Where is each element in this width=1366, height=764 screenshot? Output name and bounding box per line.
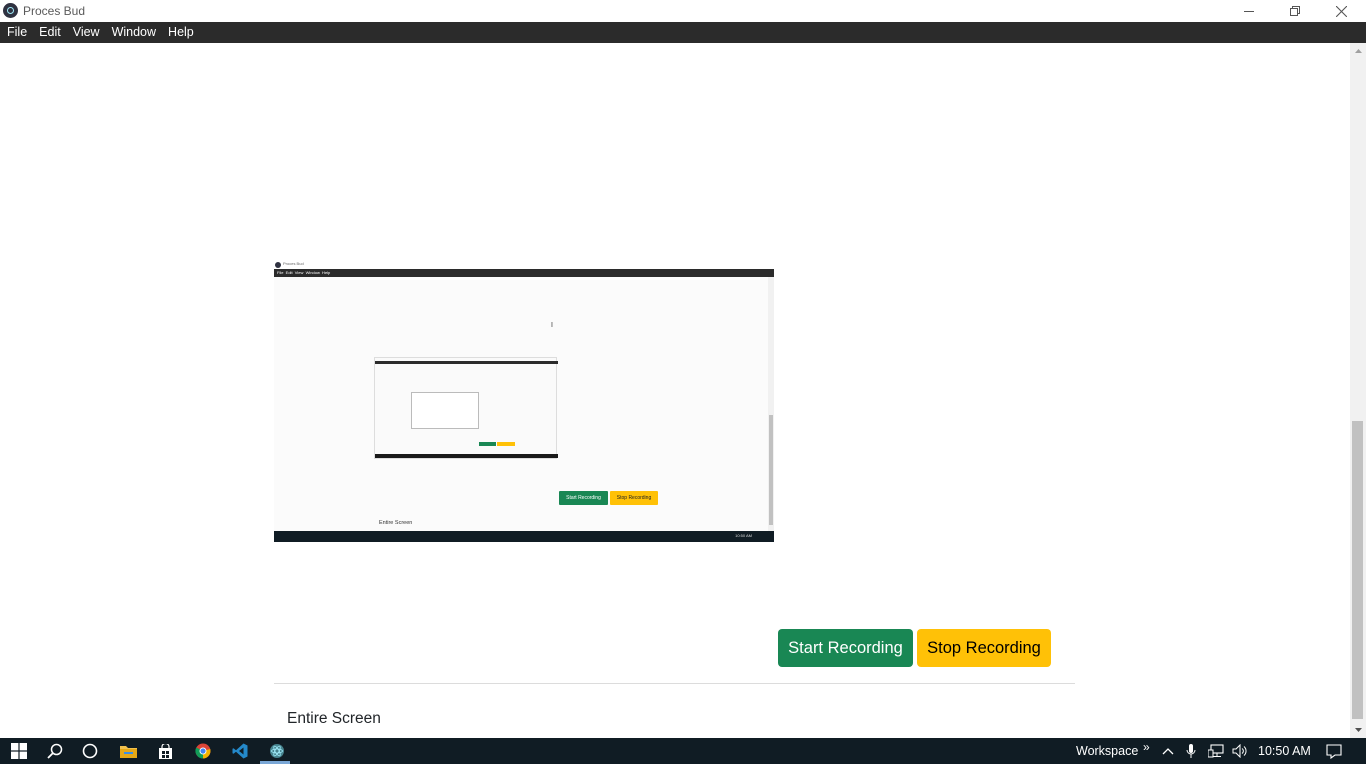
preview-taskbar: 10:50 AM (274, 531, 774, 542)
title-bar: Proces Bud (0, 0, 1366, 22)
start-recording-button[interactable]: Start Recording (778, 629, 913, 667)
windows-taskbar: Workspace » 10:50 AM (0, 738, 1366, 764)
close-button[interactable] (1318, 0, 1364, 22)
windows-start-icon[interactable] (0, 738, 38, 764)
chevron-up-icon[interactable] (1159, 738, 1177, 764)
scroll-down-arrow-icon[interactable] (1350, 722, 1366, 738)
network-icon[interactable] (1205, 738, 1227, 764)
app-logo-icon (3, 3, 18, 18)
menu-view[interactable]: View (67, 22, 106, 43)
preview-source-label: Entire Screen (379, 520, 413, 526)
minimize-button[interactable] (1226, 0, 1272, 22)
preview-scrollbar (768, 277, 774, 531)
cortana-icon[interactable] (71, 738, 109, 764)
menu-help[interactable]: Help (162, 22, 200, 43)
stop-recording-button[interactable]: Stop Recording (917, 629, 1051, 667)
preview-menu-bar: File Edit View Window Help (274, 269, 774, 277)
menu-edit[interactable]: Edit (33, 22, 67, 43)
window-title: Proces Bud (23, 4, 86, 18)
preview-app-icon (275, 262, 281, 268)
menu-bar: File Edit View Window Help (0, 22, 1366, 43)
scroll-up-arrow-icon[interactable] (1350, 43, 1366, 59)
notification-icon[interactable] (1322, 738, 1346, 764)
preview-start-button: Start Recording (559, 491, 608, 505)
divider (274, 683, 1075, 684)
file-explorer-icon[interactable] (109, 738, 147, 764)
preview-window-title: Proces Bud (283, 261, 304, 266)
source-label-entire-screen[interactable]: Entire Screen (287, 710, 381, 728)
menu-window[interactable]: Window (106, 22, 162, 43)
restore-button[interactable] (1272, 0, 1318, 22)
toolbar-overflow-icon[interactable]: » (1143, 740, 1150, 754)
restore-icon (1290, 6, 1300, 16)
volume-icon[interactable] (1229, 738, 1251, 764)
preview-stop-button: Stop Recording (610, 491, 658, 505)
store-icon[interactable] (146, 738, 184, 764)
minimize-icon (1244, 11, 1254, 12)
workspace-toolbar-label[interactable]: Workspace (1076, 744, 1138, 758)
vscode-icon[interactable] (221, 738, 259, 764)
menu-file[interactable]: File (0, 22, 33, 43)
microphone-icon[interactable] (1182, 738, 1200, 764)
preview-title-bar: Proces Bud (274, 261, 774, 269)
preview-cursor-icon: I (551, 322, 553, 329)
screen-preview: Proces Bud File Edit View Window Help I … (274, 261, 774, 542)
preview-clock: 10:50 AM (735, 533, 752, 538)
taskbar-clock[interactable]: 10:50 AM (1258, 744, 1311, 758)
chrome-icon[interactable] (184, 738, 222, 764)
search-icon[interactable] (36, 738, 74, 764)
close-icon (1335, 5, 1347, 17)
preview-nested-capture (374, 357, 558, 459)
scrollbar-thumb[interactable] (1352, 421, 1363, 719)
vertical-scrollbar[interactable] (1350, 43, 1366, 738)
